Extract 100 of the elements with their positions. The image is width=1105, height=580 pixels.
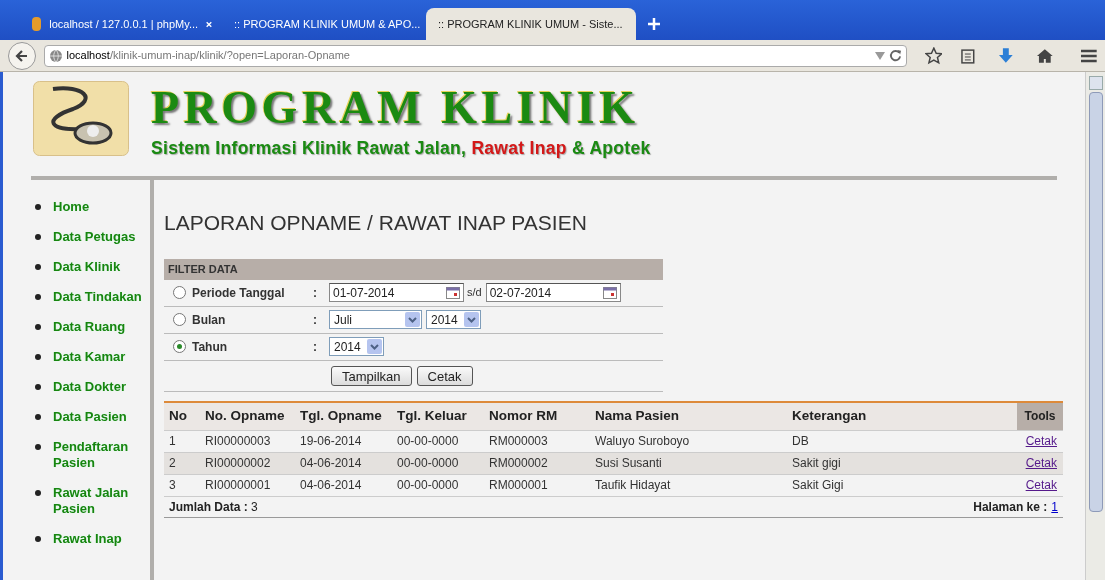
table-cell-text: 19-06-2014 xyxy=(299,433,363,450)
filter-label: Tahun xyxy=(192,338,229,356)
action-button[interactable]: Tampilkan xyxy=(331,365,412,386)
new-tab-icon[interactable] xyxy=(648,18,660,30)
action-button[interactable]: Cetak xyxy=(416,365,473,386)
range-separator: s/d xyxy=(467,285,482,301)
bullet-icon xyxy=(35,354,41,360)
bullet-icon xyxy=(35,204,41,210)
address-bar[interactable]: localhost/klinik-umum-inap/klinik/?open=Laporan-Opname xyxy=(43,44,907,67)
filter-label: Periode Tanggal xyxy=(192,284,286,302)
sidebar-link[interactable]: Data Kamar xyxy=(53,349,126,365)
select-field[interactable]: Juli xyxy=(329,310,422,329)
filter-header: FILTER DATA xyxy=(164,258,663,280)
sidebar-link[interactable]: Data Pasien xyxy=(53,409,127,425)
bullet-icon xyxy=(35,490,41,496)
select-field[interactable]: 2014 xyxy=(329,337,384,356)
table-cell-text: Taufik Hidayat xyxy=(594,477,672,494)
list-icon[interactable] xyxy=(960,47,976,64)
menu-icon[interactable] xyxy=(1081,48,1097,63)
print-link[interactable]: Cetak xyxy=(1017,454,1063,472)
sidebar-link[interactable]: Data Dokter xyxy=(53,379,126,395)
table-cell-text: Sakit Gigi xyxy=(791,477,845,494)
bullet-icon xyxy=(35,324,41,330)
table-cell-text: 00-00-0000 xyxy=(396,433,460,450)
star-icon[interactable] xyxy=(924,46,943,65)
column-header: No xyxy=(168,406,188,425)
colon-text: : xyxy=(313,338,318,356)
total-count: Jumlah Data : 3 xyxy=(169,498,258,516)
bullet-icon xyxy=(35,234,41,240)
program-subtitle: Sistem Informasi Klinik Rawat Jalan, Rawat Inap & Apotek xyxy=(151,137,651,160)
sidebar-link[interactable]: Pendaftaran Pasien xyxy=(53,439,150,471)
pma-icon xyxy=(32,17,42,31)
table-cell-text: 1 xyxy=(168,433,177,450)
print-link[interactable]: Cetak xyxy=(1017,432,1063,450)
table-cell-text: DB xyxy=(791,433,810,450)
table-cell-text: RM000003 xyxy=(488,433,549,450)
browser-tab[interactable]: localhost / 127.0.0.1 | phpMy... xyxy=(22,8,222,40)
sidebar-link[interactable]: Home xyxy=(53,199,90,215)
colon-text: : xyxy=(313,284,318,302)
table-cell-text: RM000001 xyxy=(488,477,549,494)
globe-icon xyxy=(48,48,63,63)
table-cell-text: RI00000002 xyxy=(204,455,272,472)
print-link[interactable]: Cetak xyxy=(1017,476,1063,494)
column-header: Tgl. Opname xyxy=(299,406,383,425)
dropdown-icon[interactable] xyxy=(367,339,382,354)
table-cell-text: Sakit gigi xyxy=(791,455,842,472)
column-header: Nama Pasien xyxy=(594,406,681,425)
table-cell-text: 04-06-2014 xyxy=(299,455,363,472)
back-arrow-icon[interactable] xyxy=(14,48,29,63)
calendar-icon[interactable] xyxy=(602,286,617,299)
bullet-icon xyxy=(35,444,41,450)
bullet-icon xyxy=(35,384,41,390)
download-icon[interactable] xyxy=(997,46,1014,65)
program-title: PROGRAM KLINIK xyxy=(151,81,641,135)
sidebar-link[interactable]: Data Klinik xyxy=(53,259,121,275)
scrollbar[interactable] xyxy=(1085,72,1105,580)
table-cell-text: 2 xyxy=(168,455,177,472)
date-field[interactable]: 01-07-2014 xyxy=(329,283,464,302)
column-header: Nomor RM xyxy=(488,406,559,425)
close-icon[interactable] xyxy=(206,19,212,29)
table-cell-text: 00-00-0000 xyxy=(396,477,460,494)
column-header: Keterangan xyxy=(791,406,868,425)
table-cell-text: Waluyo Suroboyo xyxy=(594,433,691,450)
radio-button[interactable] xyxy=(173,340,186,353)
colon-text: : xyxy=(313,311,318,329)
home-icon[interactable] xyxy=(1035,47,1054,64)
browser-tab[interactable]: :: PROGRAM KLINIK UMUM - Siste... xyxy=(426,8,636,40)
back-button[interactable] xyxy=(8,41,36,70)
radio-button[interactable] xyxy=(173,313,186,326)
table-cell-text: 00-00-0000 xyxy=(396,455,460,472)
dropdown-icon[interactable] xyxy=(464,312,479,327)
reload-icon[interactable] xyxy=(888,49,902,62)
page-link[interactable]: 1 xyxy=(1051,497,1058,516)
sidebar-link[interactable]: Data Petugas xyxy=(53,229,136,245)
column-header: Tools xyxy=(1017,402,1063,430)
sidebar-link[interactable]: Data Ruang xyxy=(53,319,126,335)
calendar-icon[interactable] xyxy=(446,286,460,299)
table-cell-text: RI00000001 xyxy=(204,477,272,494)
bullet-icon xyxy=(35,536,41,542)
dropdown-icon[interactable] xyxy=(874,51,885,60)
table-cell-text: RI00000003 xyxy=(204,433,272,450)
dropdown-icon[interactable] xyxy=(405,312,420,327)
table-cell-text: 04-06-2014 xyxy=(299,477,363,494)
page-label: Halaman ke : xyxy=(973,498,1048,516)
table-cell-text: 3 xyxy=(168,477,177,494)
select-field[interactable]: 2014 xyxy=(426,310,481,329)
radio-button[interactable] xyxy=(173,286,186,299)
bullet-icon xyxy=(35,294,41,300)
browser-tab[interactable]: :: PROGRAM KLINIK UMUM & APO... xyxy=(224,8,424,40)
column-header: No. Opname xyxy=(204,406,286,425)
filter-label: Bulan xyxy=(192,311,227,329)
date-field[interactable]: 02-07-2014 xyxy=(485,283,621,302)
column-header: Tgl. Keluar xyxy=(396,406,468,425)
sidebar-link[interactable]: Data Tindakan xyxy=(53,289,142,305)
bullet-icon xyxy=(35,264,41,270)
table-cell-text: Susi Susanti xyxy=(594,455,663,472)
url-text: localhost/klinik-umum-inap/klinik/?open=Laporan-Opname xyxy=(66,48,350,64)
page-title: LAPORAN OPNAME / RAWAT INAP PASIEN xyxy=(164,210,588,236)
sidebar-link[interactable]: Rawat Inap xyxy=(53,531,122,547)
sidebar-link[interactable]: Rawat Jalan Pasien xyxy=(53,485,150,517)
